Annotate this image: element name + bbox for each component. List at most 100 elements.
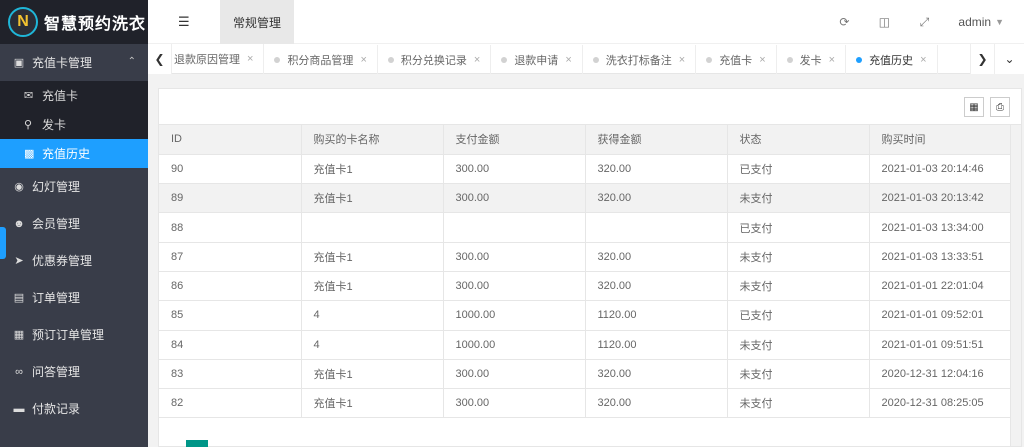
table-row[interactable]: 89 充值卡1 300.00 320.00 未支付 2021-01-03 20:13:42 <box>159 183 1012 214</box>
visa-icon: ▬ <box>13 402 25 415</box>
tab-label: 退款原因管理 <box>174 54 240 66</box>
table-scrollbar[interactable] <box>1010 125 1021 446</box>
close-icon[interactable]: × <box>474 54 480 66</box>
column-header-status[interactable]: 状态 <box>727 125 870 155</box>
close-icon[interactable]: × <box>565 54 571 66</box>
slides-icon: ◉ <box>14 181 24 193</box>
cell-status: 未支付 <box>727 271 870 302</box>
cell-received-amount: 320.00 <box>585 154 728 185</box>
chevron-up-icon: ⌃ <box>127 56 136 67</box>
cell-purchase-time: 2021-01-03 20:13:42 <box>869 183 1012 214</box>
close-icon[interactable]: × <box>247 53 253 65</box>
page-tabbar: ❮ 退款原因管理 × 积分商品管理 × 积分兑换记录 × 退款申请 × 洗衣打标备注 × … <box>148 44 1024 74</box>
sidebar-item-label: 订单管理 <box>32 291 81 305</box>
sidebar-item-member-management[interactable]: ☻ 会员管理 <box>0 205 148 242</box>
tab-refund-reason[interactable]: 退款原因管理 × <box>172 44 265 74</box>
sidebar-collapse-handle[interactable] <box>0 227 6 259</box>
sidebar-item-label: 会员管理 <box>32 217 81 231</box>
cell-received-amount: 1120.00 <box>585 330 728 360</box>
sidebar-item-recharge-card-management[interactable]: ▣ 充值卡管理 ⌃ <box>0 44 148 81</box>
print-icon[interactable]: ⎙ <box>990 97 1010 117</box>
close-icon[interactable]: × <box>360 54 366 66</box>
cell-id: 83 <box>159 359 302 390</box>
table-row[interactable]: 83 充值卡1 300.00 320.00 未支付 2020-12-31 12:04:16 <box>159 359 1012 390</box>
rocket-icon: ➤ <box>14 255 24 267</box>
tab-laundry-notes[interactable]: 洗衣打标备注 × <box>583 45 697 74</box>
cell-paid-amount: 300.00 <box>443 242 586 272</box>
cell-received-amount <box>585 212 728 243</box>
table-row[interactable]: 88 已支付 2021-01-03 13:34:00 <box>159 212 1012 243</box>
close-icon[interactable]: × <box>829 54 835 66</box>
tabs-menu-chevron-down-icon[interactable]: ⌄ <box>994 44 1024 74</box>
tab-label: 退款申请 <box>514 55 559 67</box>
tab-label: 充值卡 <box>719 55 753 67</box>
close-icon[interactable]: × <box>679 54 685 66</box>
sidebar-item-label: 发卡 <box>42 118 67 132</box>
sidebar-item-label: 问答管理 <box>32 365 81 379</box>
menu-toggle-icon[interactable]: ☰ <box>178 14 190 30</box>
logo-icon: N <box>8 7 38 37</box>
tab-points-exchange[interactable]: 积分兑换记录 × <box>378 45 492 74</box>
sidebar-item-coupon-management[interactable]: ➤ 优惠券管理 <box>0 242 148 279</box>
close-icon[interactable]: × <box>759 54 765 66</box>
cell-paid-amount: 300.00 <box>443 271 586 302</box>
column-header-received-amount[interactable]: 获得金额 <box>585 125 728 155</box>
cell-card-name: 充值卡1 <box>301 271 444 302</box>
pagination-current-page[interactable] <box>186 440 208 447</box>
cell-purchase-time: 2021-01-01 09:51:51 <box>869 330 1012 360</box>
cell-status: 已支付 <box>727 154 870 185</box>
tab-issue-card[interactable]: 发卡 × <box>777 45 847 74</box>
columns-grid-icon[interactable]: ▦ <box>964 97 984 117</box>
tag-icon: ⚲ <box>24 119 33 131</box>
sidebar-item-recharge-card[interactable]: ✉ 充值卡 <box>0 81 148 110</box>
column-header-id[interactable]: ID <box>159 125 302 155</box>
cell-purchase-time: 2020-12-31 08:25:05 <box>869 388 1012 419</box>
cell-card-name: 充值卡1 <box>301 183 444 214</box>
cell-card-name: 充值卡1 <box>301 154 444 185</box>
sidebar: N 智慧预约洗衣 ▣ 充值卡管理 ⌃ ✉ 充值卡 ⚲ 发卡 ▩ 充值历史 ◉ 幻… <box>0 0 148 447</box>
sidebar-item-issue-card[interactable]: ⚲ 发卡 <box>0 110 148 139</box>
refresh-icon[interactable]: ⟳ <box>824 15 864 29</box>
tab-refund-request[interactable]: 退款申请 × <box>491 45 583 74</box>
cell-purchase-time: 2021-01-01 22:01:04 <box>869 271 1012 302</box>
briefcase-icon: ▩ <box>24 148 35 160</box>
table-row[interactable]: 84 4 1000.00 1120.00 未支付 2021-01-01 09:51:51 <box>159 330 1012 360</box>
sidebar-item-order-management[interactable]: ▤ 订单管理 <box>0 279 148 316</box>
tab-recharge-history[interactable]: 充值历史 × <box>846 45 938 74</box>
tab-recharge-card[interactable]: 充值卡 × <box>696 45 777 74</box>
menu-group-recharge-card: ▣ 充值卡管理 ⌃ ✉ 充值卡 ⚲ 发卡 ▩ 充值历史 <box>0 44 148 168</box>
sidebar-item-recharge-history[interactable]: ▩ 充值历史 <box>0 139 148 168</box>
table-row[interactable]: 86 充值卡1 300.00 320.00 未支付 2021-01-01 22:01:04 <box>159 271 1012 302</box>
sidebar-item-qa-management[interactable]: ∞ 问答管理 <box>0 353 148 390</box>
cell-id: 84 <box>159 330 302 360</box>
sidebar-item-reservation-order-management[interactable]: ▦ 预订订单管理 <box>0 316 148 353</box>
module-tab-general[interactable]: 常规管理 <box>220 0 294 44</box>
cell-status: 未支付 <box>727 359 870 390</box>
table-row[interactable]: 87 充值卡1 300.00 320.00 未支付 2021-01-03 13:33:51 <box>159 242 1012 272</box>
tabs-scroll-left-icon[interactable]: ❮ <box>148 44 172 74</box>
trash-icon[interactable]: ◫ <box>864 15 904 29</box>
cell-card-name <box>301 212 444 243</box>
table-row[interactable]: 90 充值卡1 300.00 320.00 已支付 2021-01-03 20:14:46 <box>159 154 1012 185</box>
column-header-paid-amount[interactable]: 支付金额 <box>443 125 586 155</box>
column-header-card-name[interactable]: 购买的卡名称 <box>301 125 444 155</box>
sidebar-item-label: 优惠券管理 <box>32 254 93 268</box>
table-row[interactable]: 85 4 1000.00 1120.00 已支付 2021-01-01 09:52:01 <box>159 300 1012 331</box>
cell-purchase-time: 2021-01-01 09:52:01 <box>869 300 1012 331</box>
cell-id: 87 <box>159 242 302 272</box>
recharge-history-table: ID 购买的卡名称 支付金额 获得金额 状态 购买时间 90 充值卡1 300.00… <box>159 125 1012 419</box>
cart-icon: ▤ <box>13 292 25 304</box>
tab-points-goods[interactable]: 积分商品管理 × <box>264 45 378 74</box>
tab-label: 积分商品管理 <box>287 55 354 67</box>
tabs-scroll-right-icon[interactable]: ❯ <box>970 44 994 74</box>
column-header-purchase-time[interactable]: 购买时间 <box>869 125 1012 155</box>
user-menu[interactable]: admin ▼ <box>944 15 1024 29</box>
table-body: 90 充值卡1 300.00 320.00 已支付 2021-01-03 20:14:46… <box>159 154 1012 419</box>
sidebar-item-payment-records[interactable]: ▬ 付款记录 <box>0 390 148 427</box>
cell-purchase-time: 2021-01-03 13:33:51 <box>869 242 1012 272</box>
fullscreen-icon[interactable]: ⤢ <box>904 15 944 30</box>
tab-dot <box>274 57 281 63</box>
sidebar-item-slides-management[interactable]: ◉ 幻灯管理 <box>0 168 148 205</box>
close-icon[interactable]: × <box>920 54 926 66</box>
table-row[interactable]: 82 充值卡1 300.00 320.00 未支付 2020-12-31 08:25:05 <box>159 388 1012 419</box>
